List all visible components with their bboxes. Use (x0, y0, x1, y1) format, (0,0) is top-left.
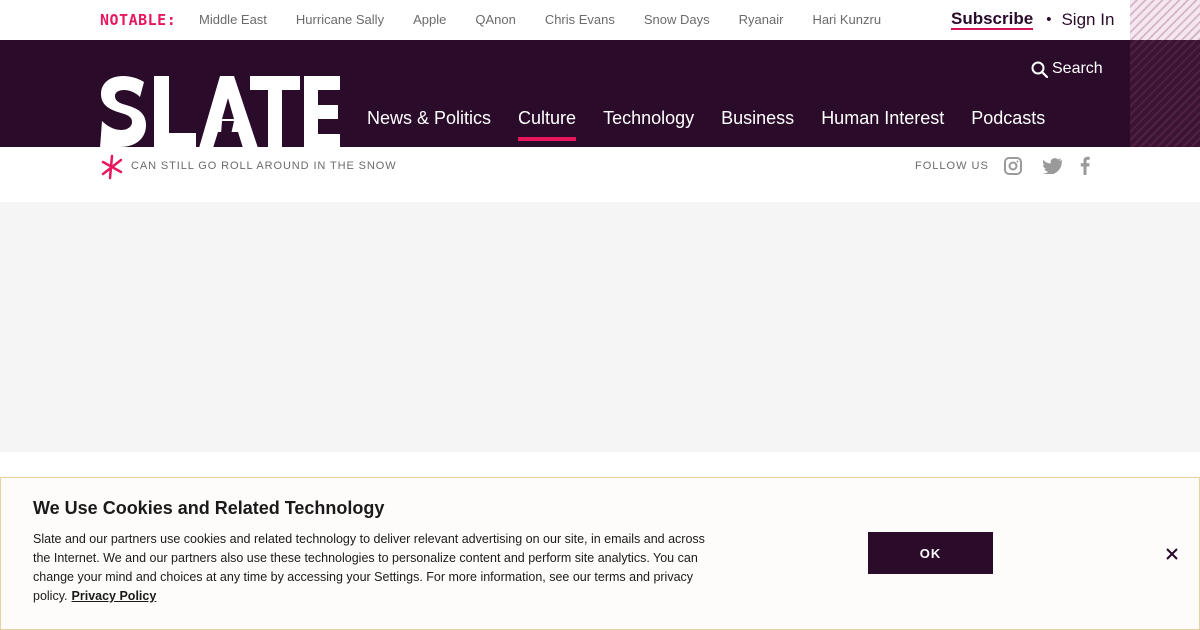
cookie-title: We Use Cookies and Related Technology (33, 498, 385, 518)
ad-placeholder (0, 202, 1200, 452)
notable-link[interactable]: Snow Days (644, 12, 710, 27)
slate-logo-icon (100, 76, 340, 148)
cookie-body-text: Slate and our partners use cookies and r… (33, 530, 713, 606)
notable-bar: NOTABLE: Middle East Hurricane Sally Apple… (0, 0, 1200, 40)
decorative-stripes-dark (1130, 40, 1200, 147)
notable-links: Middle East Hurricane Sally Apple QAnon Chri… (199, 12, 910, 27)
instagram-icon[interactable] (1004, 157, 1022, 180)
slate-star-icon (101, 154, 123, 180)
nav-item-podcasts[interactable]: Podcasts (971, 108, 1045, 141)
notable-link[interactable]: Apple (413, 12, 446, 27)
search-button[interactable]: Search (1031, 60, 1103, 78)
cookie-ok-button[interactable]: OK (868, 532, 993, 574)
tagline: Can still go roll around in the snow (131, 160, 397, 172)
privacy-policy-link[interactable]: Privacy Policy (72, 589, 157, 603)
notable-link[interactable]: Hurricane Sally (296, 12, 384, 27)
notable-link[interactable]: Ryanair (739, 12, 784, 27)
nav-item-news-politics[interactable]: News & Politics (367, 108, 491, 141)
close-icon (1166, 548, 1178, 560)
facebook-icon[interactable] (1080, 156, 1090, 180)
cookie-banner: We Use Cookies and Related Technology Sl… (0, 477, 1200, 630)
search-icon (1031, 61, 1048, 78)
notable-link[interactable]: Chris Evans (545, 12, 615, 27)
notable-link[interactable]: Middle East (199, 12, 267, 27)
nav-item-culture[interactable]: Culture (518, 108, 577, 141)
twitter-icon[interactable] (1042, 158, 1062, 179)
site-header: Search News & Politics Culture Technology B… (0, 40, 1130, 148)
subscribe-link[interactable]: Subscribe (951, 9, 1034, 30)
signin-link[interactable]: Sign In (1061, 10, 1114, 30)
sub-bar: Can still go roll around in the snow Fol… (0, 147, 1200, 202)
separator-dot: • (1046, 11, 1052, 28)
slate-logo[interactable] (100, 76, 340, 153)
follow-us-label: Follow us (915, 160, 989, 172)
nav-item-technology[interactable]: Technology (603, 108, 694, 141)
main-nav: News & Politics Culture Technology Business… (367, 108, 1072, 141)
search-label: Search (1052, 60, 1103, 77)
cookie-close-button[interactable] (1163, 545, 1181, 563)
nav-item-human-interest[interactable]: Human Interest (821, 108, 944, 141)
notable-label: NOTABLE: (100, 11, 177, 29)
account-links: Subscribe • Sign In (951, 9, 1114, 30)
notable-link[interactable]: Hari Kunzru (812, 12, 881, 27)
nav-item-business[interactable]: Business (721, 108, 794, 141)
notable-link[interactable]: QAnon (475, 12, 515, 27)
